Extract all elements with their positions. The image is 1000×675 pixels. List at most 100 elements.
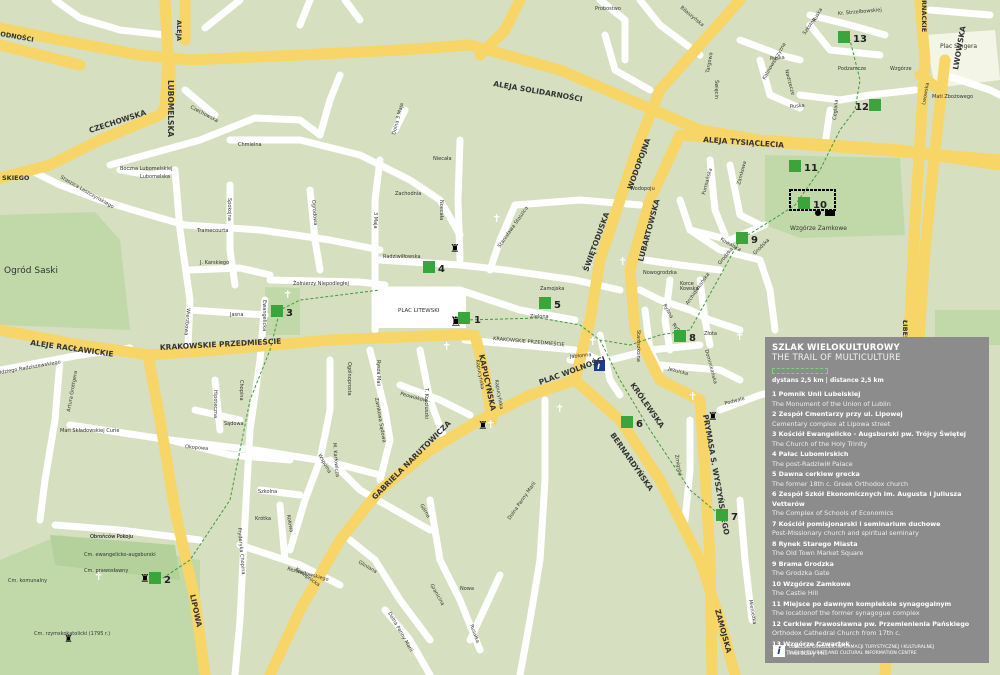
street-label: Nowa	[460, 586, 474, 592]
legend-item-pl: 7 Kościół pomisjonarski i seminarium duc…	[772, 519, 941, 528]
trail-marker-6[interactable]: 6	[621, 416, 643, 430]
legend-item[interactable]: 6 Zespół Szkół Ekonomicznych im. Augusta…	[772, 490, 982, 519]
street-label: Ceglana	[832, 99, 840, 120]
street-label: Okopowa	[185, 444, 209, 452]
legend-footer: i LUBELSKI OŚRODEK INFORMACJI TURYSTYCZN…	[773, 645, 983, 657]
trail-marker-10[interactable]: 10	[798, 197, 827, 211]
street-label: 3 Maja	[372, 212, 378, 229]
street-bilaszynska	[636, 0, 704, 59]
label-cm-prawoslawny: Cm. prawosławny	[84, 568, 128, 574]
major-czechowska	[0, 54, 176, 184]
trail-marker-12[interactable]: 12	[855, 99, 881, 113]
label-cm-rzymskokatolicki: Cm. rzymskokatolicki (1795 r.)	[34, 631, 110, 637]
label-krolewska: KRÓLEWSKA	[628, 381, 666, 430]
trail-marker-1[interactable]: 1	[458, 312, 481, 326]
legend-item[interactable]: 8 Rynek Starego Miasta The Old Town Marke…	[772, 540, 982, 559]
legend-item[interactable]: 7 Kościół pomisjonarski i seminarium duc…	[772, 520, 982, 539]
label-plac-litewski: PLAC LITEWSKI	[398, 308, 440, 314]
street-label: Korce	[680, 281, 694, 287]
street-label: Zamojska	[540, 286, 564, 292]
footer-en: LUBLIN TOURIST AND CULTURAL INFORMATION …	[789, 651, 917, 656]
street-label: Żołnierzy Niepodległej	[293, 280, 349, 287]
legend-title-en: THE TRAIL OF MULTICULTURE	[772, 353, 901, 363]
trail-marker-11[interactable]: 11	[789, 160, 818, 174]
label-lubomelska: LUBOMELSKA	[166, 80, 175, 137]
street-label: T. Kościuszki	[423, 387, 430, 419]
label-plac-singera: Plac Singera	[940, 43, 977, 50]
trail-marker-4[interactable]: 4	[423, 261, 445, 275]
label-cm-ewangelicki: Cm. ewangelicko-augsburski	[84, 552, 156, 558]
legend-item-pl: 4 Pałac Lubomirskich	[772, 450, 849, 458]
street-label: Rysza Maii	[375, 360, 381, 386]
legend-item-pl: 8 Rynek Starego Miasta	[772, 539, 858, 548]
legend-item[interactable]: 5 Dawna cerkiew grecka The former 18th c.…	[772, 470, 982, 489]
map-canvas[interactable]: ✝ ✝ ✝ ✝ ✝ ✝ ✝ ✝ ✝ ✝ ✝ ✝ ♜ ♜ ♜ ♜ ♜ ♜ i AL…	[0, 0, 1000, 675]
street-label: Wzgórze	[890, 65, 912, 72]
street-label: Nowogrodzka	[643, 270, 677, 276]
legend-item-en: The Complex of Schools of Economics	[772, 509, 894, 517]
street-segment	[201, 0, 244, 32]
street-label: Zielona	[530, 314, 549, 320]
cross-icon: ✝	[588, 335, 597, 348]
trail-marker-8[interactable]: 8	[674, 330, 696, 344]
trail-marker-3[interactable]: 3	[271, 305, 293, 319]
legend-item-en: Post-Missionary church and spiritual sem…	[772, 529, 919, 537]
legend-item[interactable]: 2 Zespół Cmentarzy przy ul. Lipowej Cemen…	[772, 410, 982, 429]
trail-marker-5[interactable]: 5	[539, 297, 561, 311]
street-label: Kr. Strzelbowskiej	[838, 7, 882, 17]
legend-panel: SZLAK WIELOKULTUROWY THE TRAIL OF MULTIC…	[765, 337, 989, 663]
marker-number: 4	[438, 264, 445, 275]
trail-marker-13[interactable]: 13	[838, 31, 867, 45]
street-granicina	[346, 536, 434, 644]
legend-item[interactable]: 12 Cerkiew Prawosławna pw. Przemienienia…	[772, 620, 982, 639]
marker-icon	[423, 261, 435, 273]
label-obroncow-pokoju: Obrońców Pokoju	[90, 533, 133, 540]
street-label: Probostwo	[595, 6, 621, 12]
trail-marker-2[interactable]: 2	[149, 572, 171, 586]
marker-number: 9	[751, 235, 758, 246]
street-segment	[51, 0, 169, 39]
label-aleja-solidarnosci: ALEJA SOLIDARNOŚCI	[493, 79, 584, 104]
legend-item-en: The Grodzka Gate	[772, 569, 830, 577]
trail-marker-9[interactable]: 9	[736, 232, 758, 246]
cross-icon: ✝	[735, 330, 744, 343]
marker-icon	[838, 31, 850, 43]
marker-number: 5	[554, 300, 561, 311]
street-label: Tramecourta	[196, 228, 228, 234]
legend-item-en: The post-Radziwiłł Palace	[772, 459, 853, 468]
street-label: Hipoteczna	[212, 390, 218, 418]
legend-item-en: The Castle Hill	[772, 589, 819, 597]
street-label: Nadrzecze	[783, 69, 796, 96]
marker-number: 10	[813, 200, 827, 211]
legend-item[interactable]: 1 Pomnik Unii Lubelskiej The Monument of …	[772, 390, 982, 409]
marker-icon	[674, 330, 686, 342]
marker-icon	[271, 305, 283, 317]
legend-item-pl: 2 Zespół Cmentarzy przy ul. Lipowej	[772, 410, 903, 418]
trail-marker-7[interactable]: 7	[716, 509, 738, 523]
legend-item[interactable]: 4 Pałac Lubomirskich The post-Radziwiłł P…	[772, 450, 982, 469]
marker-icon	[789, 160, 801, 172]
street-kolowa	[276, 501, 289, 564]
legend-item[interactable]: 3 Kościół Ewangelicko - Augsburski pw. T…	[772, 430, 982, 449]
legend-item[interactable]: 11 Miejsce po dawnym kompleksie synagoga…	[772, 600, 982, 619]
label-cm-komunalny: Cm. komunalny	[8, 578, 47, 584]
marker-number: 11	[804, 163, 818, 174]
street-label: Sądowa	[224, 421, 244, 427]
street-label: Chopina	[238, 380, 244, 401]
street-segment	[926, 6, 994, 19]
cross-icon: ✝	[442, 340, 451, 353]
marker-number: 3	[286, 308, 293, 319]
legend-item[interactable]: 9 Brama Grodzka The Grodzka Gate	[772, 560, 982, 579]
major-aleja-nw	[0, 39, 86, 71]
monument-icon: ♜	[140, 572, 150, 585]
info-icon: i	[773, 645, 785, 657]
monument-icon: ♜	[478, 419, 488, 432]
street-label: Staroszkolna	[635, 330, 641, 362]
cross-icon: ✝	[618, 255, 627, 268]
street-label: Niecała	[433, 156, 452, 162]
legend-item[interactable]: 10 Wzgórze Zamkowe The Castle Hill	[772, 580, 982, 599]
street-label: Kołowa	[285, 514, 294, 533]
label-aleja: ALEJA	[175, 20, 183, 41]
street-label: Ogólnoprosta	[346, 362, 353, 396]
label-skiego: SKIEGO	[2, 174, 30, 182]
